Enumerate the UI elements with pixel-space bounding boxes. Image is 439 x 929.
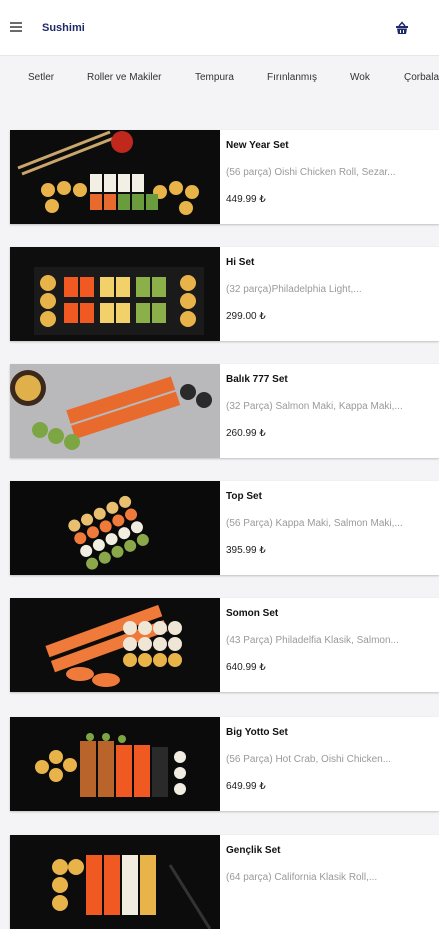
product-image: [10, 598, 220, 692]
category-tabs: Setler Roller ve Makiler Tempura Fırınla…: [0, 56, 439, 100]
product-price: 299.00 ₺: [226, 311, 266, 322]
tab-roller-ve-makiler[interactable]: Roller ve Makiler: [87, 72, 161, 83]
product-name: Big Yotto Set: [226, 727, 288, 738]
product-price: 649.99 ₺: [226, 781, 266, 792]
product-card[interactable]: Gençlik Set (64 parça) California Klasik…: [10, 835, 439, 929]
product-description: (32 parça)Philadelphia Light,...: [226, 284, 362, 295]
product-price: 640.99 ₺: [226, 662, 266, 673]
product-card[interactable]: New Year Set (56 parça) Oishi Chicken Ro…: [10, 130, 439, 224]
product-description: (56 Parça) Kappa Maki, Salmon Maki,...: [226, 518, 403, 529]
tab-wok[interactable]: Wok: [350, 72, 370, 83]
product-price: 260.99 ₺: [226, 428, 266, 439]
product-description: (32 Parça) Salmon Maki, Kappa Maki,...: [226, 401, 403, 412]
product-image: [10, 481, 220, 575]
basket-icon[interactable]: [395, 21, 409, 35]
product-card[interactable]: Big Yotto Set (56 Parça) Hot Crab, Oishi…: [10, 717, 439, 811]
product-card[interactable]: Top Set (56 Parça) Kappa Maki, Salmon Ma…: [10, 481, 439, 575]
tab-setler[interactable]: Setler: [28, 72, 54, 83]
product-card[interactable]: Balık 777 Set (32 Parça) Salmon Maki, Ka…: [10, 364, 439, 458]
product-name: New Year Set: [226, 140, 289, 151]
product-price: 395.99 ₺: [226, 545, 266, 556]
menu-icon[interactable]: [10, 22, 22, 32]
product-name: Gençlik Set: [226, 845, 281, 856]
tab-corbalar[interactable]: Çorbalar: [404, 72, 439, 83]
product-image: [10, 364, 220, 458]
product-image: [10, 717, 220, 811]
product-card[interactable]: Hi Set (32 parça)Philadelphia Light,... …: [10, 247, 439, 341]
product-image: [10, 130, 220, 224]
product-name: Somon Set: [226, 608, 279, 619]
product-description: (43 Parça) Philadelfia Klasik, Salmon...: [226, 635, 399, 646]
tab-tempura[interactable]: Tempura: [195, 72, 234, 83]
product-description: (56 Parça) Hot Crab, Oishi Chicken...: [226, 754, 392, 765]
product-card[interactable]: Somon Set (43 Parça) Philadelfia Klasik,…: [10, 598, 439, 692]
product-name: Top Set: [226, 491, 262, 502]
product-description: (56 parça) Oishi Chicken Roll, Sezar...: [226, 167, 396, 178]
app-bar: Sushimi: [0, 0, 439, 56]
tab-firinlanmis[interactable]: Fırınlanmış: [267, 72, 317, 83]
app-title: Sushimi: [42, 22, 85, 34]
product-name: Hi Set: [226, 257, 255, 268]
product-description: (64 parça) California Klasik Roll,...: [226, 872, 378, 883]
product-name: Balık 777 Set: [226, 374, 288, 385]
product-image: [10, 835, 220, 929]
product-price: 449.99 ₺: [226, 194, 266, 205]
product-image: [10, 247, 220, 341]
